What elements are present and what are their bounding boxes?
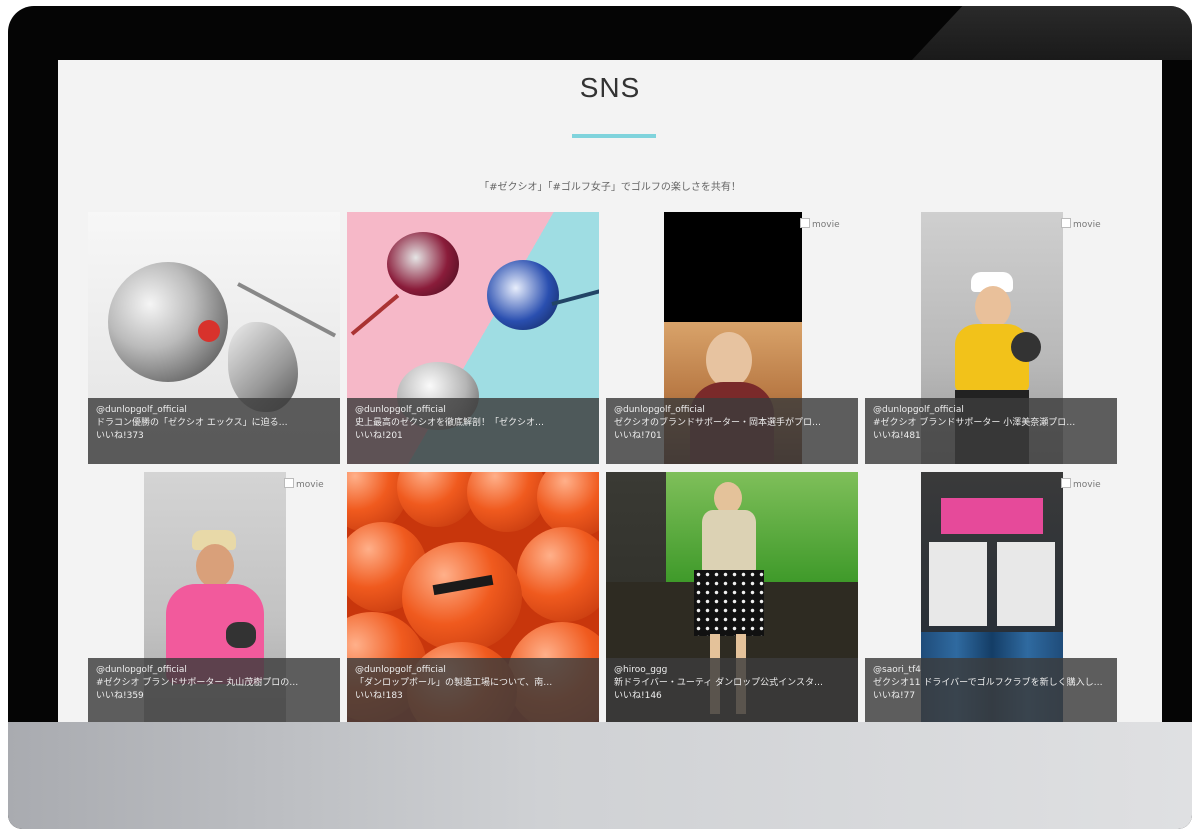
post-caption: ドラコン優勝の「ゼクシオ エックス」に迫る…: [96, 418, 288, 428]
post-likes: いいね!77: [873, 691, 916, 701]
post-likes: いいね!481: [873, 431, 921, 441]
sns-post-tile[interactable]: @dunlopgolf_official ドラコン優勝の「ゼクシオ エックス」に…: [88, 212, 340, 464]
post-overlay: @dunlopgolf_official ゼクシオのブランドサポーター・岡本選手…: [606, 398, 858, 464]
post-account: @dunlopgolf_official: [355, 665, 446, 675]
screen: SNS 「#ゼクシオ」「#ゴルフ女子」でゴルフの楽しさを共有！ @dunlopg…: [58, 60, 1162, 730]
post-account: @dunlopgolf_official: [614, 405, 705, 415]
movie-icon: [800, 218, 810, 228]
post-overlay: @saori_tf4 ゼクシオ11 ドライバーでゴルフクラブを新しく購入し… い…: [865, 658, 1117, 724]
post-caption: ゼクシオのブランドサポーター・岡本選手がプロ…: [614, 418, 822, 428]
post-likes: いいね!373: [96, 431, 144, 441]
monitor-bezel-bottom: [8, 722, 1192, 829]
post-likes: いいね!201: [355, 431, 403, 441]
page-title: SNS: [579, 72, 641, 103]
movie-badge: movie: [284, 478, 324, 490]
post-caption: #ゼクシオ ブランドサポーター 丸山茂樹プロの…: [96, 678, 299, 688]
movie-icon: [284, 478, 294, 488]
page-subtitle: 「#ゼクシオ」「#ゴルフ女子」でゴルフの楽しさを共有！: [479, 182, 741, 193]
sns-post-grid: @dunlopgolf_official ドラコン優勝の「ゼクシオ エックス」に…: [88, 212, 1128, 730]
post-overlay: @dunlopgolf_official 史上最高のゼクシオを徹底解剖！「ゼクシ…: [347, 398, 599, 464]
post-account: @saori_tf4: [873, 665, 921, 675]
post-likes: いいね!146: [614, 691, 662, 701]
sns-post-tile[interactable]: @dunlopgolf_official 「ダンロップボール」の製造工場について…: [347, 472, 599, 724]
post-likes: いいね!183: [355, 691, 403, 701]
post-caption: ゼクシオ11 ドライバーでゴルフクラブを新しく購入し…: [873, 678, 1103, 688]
sns-post-tile[interactable]: movie @dunlopgolf_official #ゼクシオ ブランドサポー…: [865, 212, 1117, 464]
post-likes: いいね!359: [96, 691, 144, 701]
movie-badge: movie: [1061, 478, 1101, 490]
movie-badge: movie: [800, 218, 840, 230]
post-caption: 「ダンロップボール」の製造工場について、南…: [355, 678, 553, 688]
sns-post-tile[interactable]: movie @dunlopgolf_official ゼクシオのブランドサポータ…: [606, 212, 858, 464]
title-underline: [572, 134, 656, 138]
post-likes: いいね!701: [614, 431, 662, 441]
post-overlay: @dunlopgolf_official #ゼクシオ ブランドサポーター 小澤美…: [865, 398, 1117, 464]
monitor-glare: [912, 6, 1192, 60]
post-account: @dunlopgolf_official: [96, 405, 187, 415]
monitor-frame: SNS 「#ゼクシオ」「#ゴルフ女子」でゴルフの楽しさを共有！ @dunlopg…: [8, 6, 1192, 829]
sns-post-tile[interactable]: @hiroo_ggg 新ドライバー・ユーティ ダンロップ公式インスタ… いいね!…: [606, 472, 858, 724]
post-account: @dunlopgolf_official: [96, 665, 187, 675]
sns-post-tile[interactable]: @dunlopgolf_official 史上最高のゼクシオを徹底解剖！「ゼクシ…: [347, 212, 599, 464]
sns-post-tile[interactable]: movie @saori_tf4 ゼクシオ11 ドライバーでゴルフクラブを新しく…: [865, 472, 1117, 724]
movie-icon: [1061, 218, 1071, 228]
post-account: @hiroo_ggg: [614, 665, 668, 675]
movie-icon: [1061, 478, 1071, 488]
post-overlay: @hiroo_ggg 新ドライバー・ユーティ ダンロップ公式インスタ… いいね!…: [606, 658, 858, 724]
post-caption: 新ドライバー・ユーティ ダンロップ公式インスタ…: [614, 678, 823, 688]
post-account: @dunlopgolf_official: [355, 405, 446, 415]
post-account: @dunlopgolf_official: [873, 405, 964, 415]
sns-post-tile[interactable]: movie @dunlopgolf_official #ゼクシオ ブランドサポー…: [88, 472, 340, 724]
post-overlay: @dunlopgolf_official ドラコン優勝の「ゼクシオ エックス」に…: [88, 398, 340, 464]
post-caption: 史上最高のゼクシオを徹底解剖！「ゼクシオ…: [355, 418, 545, 428]
post-overlay: @dunlopgolf_official #ゼクシオ ブランドサポーター 丸山茂…: [88, 658, 340, 724]
post-caption: #ゼクシオ ブランドサポーター 小澤美奈瀬プロ…: [873, 418, 1076, 428]
movie-badge: movie: [1061, 218, 1101, 230]
post-overlay: @dunlopgolf_official 「ダンロップボール」の製造工場について…: [347, 658, 599, 724]
